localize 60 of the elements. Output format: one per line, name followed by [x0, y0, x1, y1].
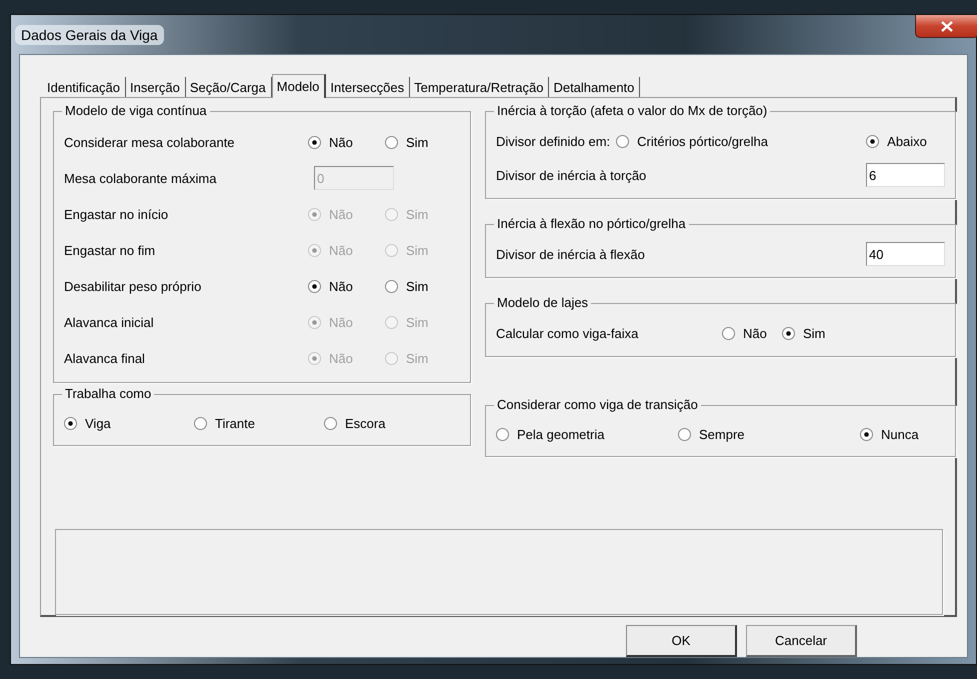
field-label: Divisor definido em: — [496, 134, 610, 148]
radio-label: Sim — [406, 278, 428, 294]
field-label: Calcular como viga-faixa — [496, 326, 640, 340]
radio-label: Não — [329, 134, 353, 150]
close-icon — [941, 20, 953, 32]
group-title: Inércia à flexão no pórtico/grelha — [494, 216, 689, 232]
field-label: Alavanca final — [64, 350, 146, 366]
field-label: Desabilitar peso próprio — [64, 278, 202, 294]
radio-button[interactable] — [616, 134, 630, 148]
radio-label: Sim — [406, 242, 428, 258]
radio-label: Abaixo — [887, 134, 927, 148]
radio-label: Sim — [803, 326, 826, 340]
radio-button[interactable] — [496, 428, 509, 440]
field-label: Engastar no início — [64, 206, 170, 222]
radio-label: Viga — [85, 416, 111, 430]
radio-label: Pela geometria — [517, 426, 604, 442]
radio-button[interactable] — [308, 136, 321, 148]
group-title: Inércia à torção (afeta o valor do Mx de torção) — [494, 103, 770, 119]
radio-label: Sempre — [699, 426, 745, 442]
field-label: Alavanca inicial — [64, 314, 155, 330]
radio-button[interactable] — [722, 326, 735, 340]
radio-label: Não — [329, 242, 353, 258]
radio-label: Escora — [345, 416, 386, 430]
radio-button[interactable] — [385, 136, 398, 148]
field-label: Divisor de inércia à flexão — [496, 246, 645, 262]
radio-label: Não — [329, 314, 353, 330]
radio-button[interactable] — [308, 280, 321, 292]
radio-button[interactable] — [64, 416, 77, 430]
tab[interactable]: Modelo — [272, 74, 326, 98]
radio-label: Não — [329, 206, 353, 222]
field-label: Mesa colaborante máxima — [64, 170, 218, 186]
radio-button[interactable] — [782, 326, 795, 340]
field-label: Divisor de inércia à torção — [496, 168, 646, 182]
dialog-button[interactable]: Cancelar — [746, 625, 857, 657]
radio-label: Sim — [406, 134, 428, 150]
radio-label: Nunca — [881, 426, 919, 442]
radio-label: Tirante — [215, 416, 255, 430]
radio-label: Sim — [406, 350, 428, 366]
radio-label: Não — [329, 350, 353, 366]
radio-label: Não — [329, 278, 353, 294]
close-button[interactable] — [915, 15, 977, 38]
radio-label: Sim — [406, 206, 428, 222]
group-title: Modelo de viga contínua — [62, 103, 210, 119]
radio-button[interactable] — [194, 416, 207, 430]
field-label: Considerar mesa colaborante — [64, 134, 236, 150]
radio-button[interactable] — [385, 280, 398, 292]
input-field[interactable]: 6 — [866, 163, 945, 187]
dialog-button[interactable]: OK — [626, 625, 737, 657]
window-title: Dados Gerais da Viga — [15, 24, 164, 44]
radio-button[interactable] — [678, 428, 691, 440]
radio-button[interactable] — [866, 134, 880, 148]
radio-button[interactable] — [324, 416, 337, 430]
group-title: Considerar como viga de transição — [494, 397, 701, 413]
group-title: Modelo de lajes — [494, 295, 592, 311]
radio-label: Critérios pórtico/grelha — [637, 134, 768, 148]
radio-label: Sim — [406, 314, 428, 330]
radio-button[interactable] — [860, 428, 873, 440]
radio-label: Não — [743, 326, 767, 340]
input-field[interactable]: 40 — [866, 242, 945, 266]
field-label: Engastar no fim — [64, 242, 156, 258]
